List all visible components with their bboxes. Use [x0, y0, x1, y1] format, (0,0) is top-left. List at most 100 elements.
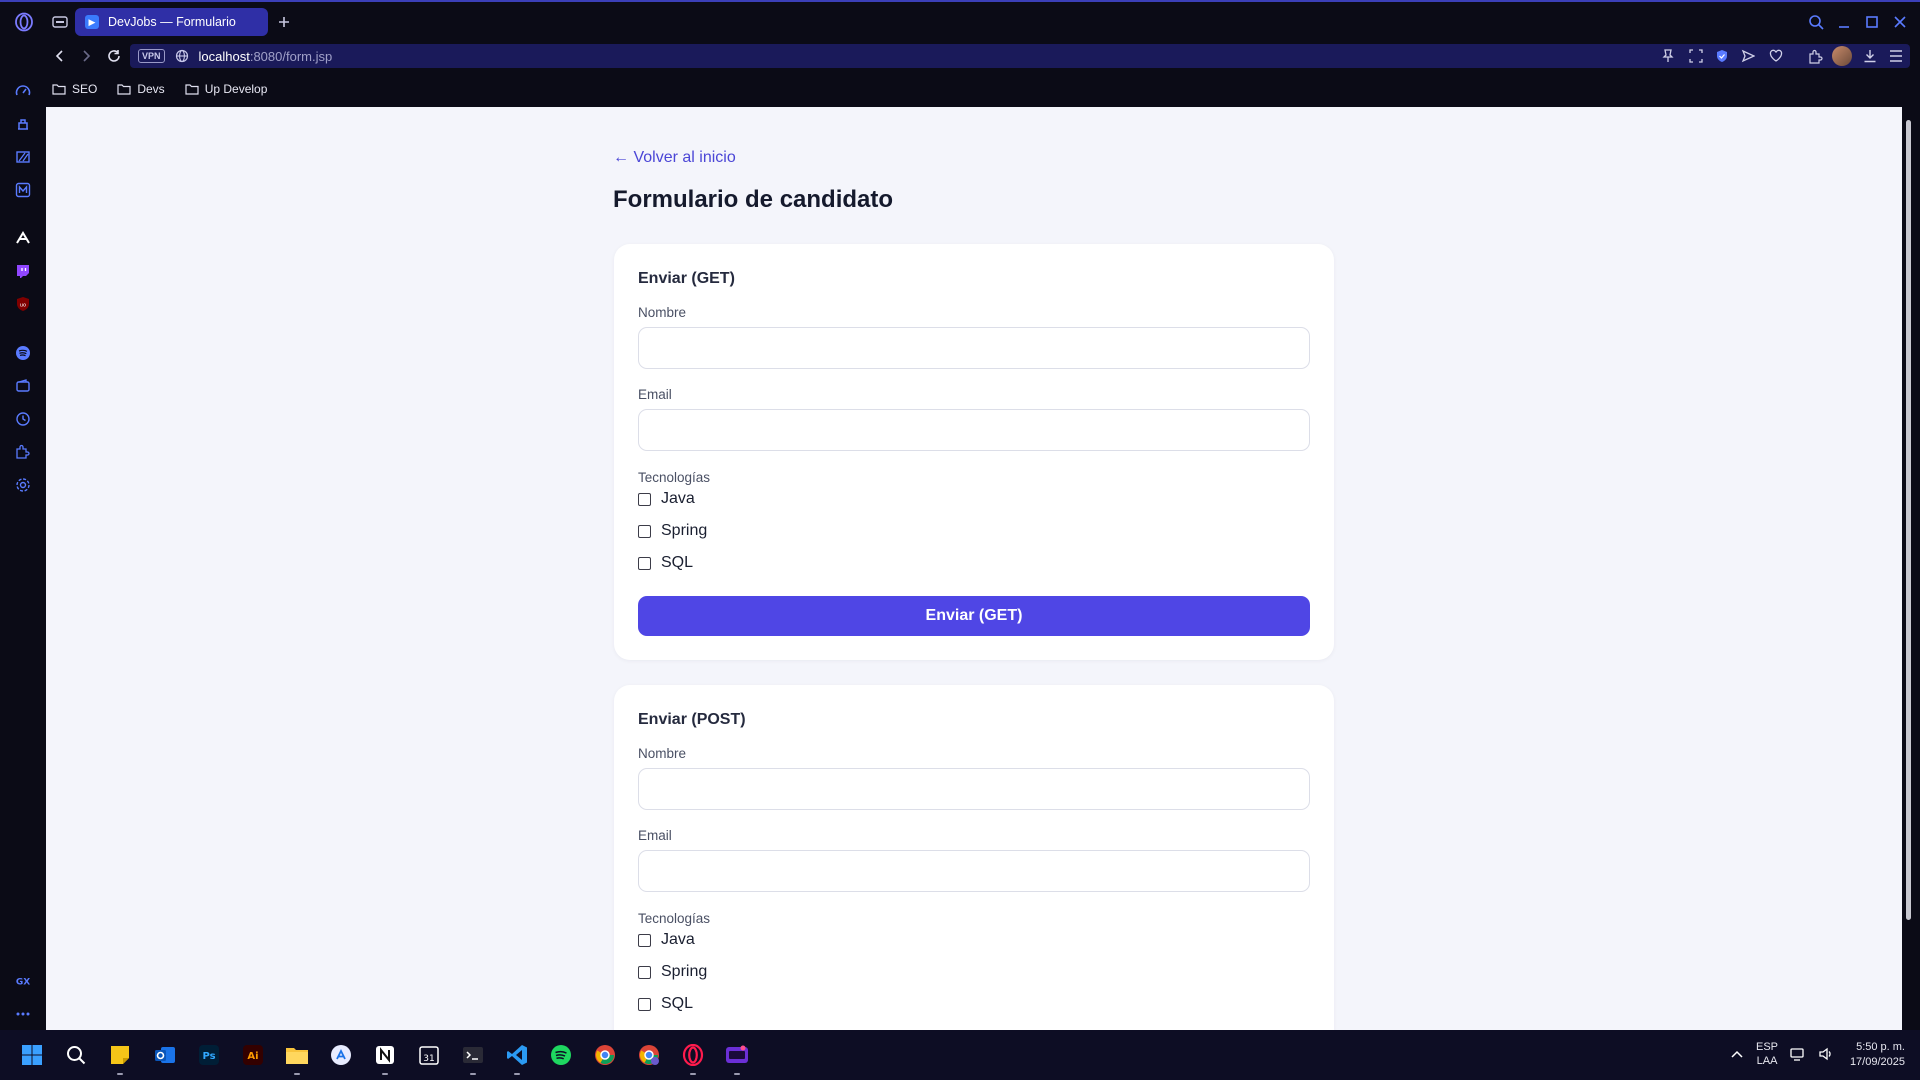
- settings-gear-icon[interactable]: [11, 473, 35, 497]
- stripes-icon[interactable]: [11, 145, 35, 169]
- form-card-get: Enviar (GET) Nombre Email Tecnologías Ja…: [614, 244, 1334, 660]
- illustrator-icon[interactable]: Ai: [237, 1039, 269, 1071]
- url-text[interactable]: localhost:8080/form.jsp: [199, 49, 333, 64]
- avatar[interactable]: [1830, 44, 1854, 68]
- scrollbar-thumb[interactable]: [1906, 120, 1911, 920]
- new-tab-icon[interactable]: [272, 10, 296, 34]
- file-explorer-icon[interactable]: [281, 1039, 313, 1071]
- search-tabs-icon[interactable]: [1804, 10, 1828, 34]
- language-indicator[interactable]: ESP LAA: [1756, 1040, 1778, 1068]
- notion-icon[interactable]: [369, 1039, 401, 1071]
- checkbox-box[interactable]: [638, 933, 651, 947]
- checkbox-spring[interactable]: Spring: [638, 963, 707, 981]
- svg-text:Ps: Ps: [202, 1051, 215, 1062]
- technologies-label: Tecnologías: [638, 470, 711, 485]
- wallet-icon[interactable]: [11, 374, 35, 398]
- outlook-icon[interactable]: [149, 1039, 181, 1071]
- reload-icon[interactable]: [102, 44, 126, 68]
- sticky-notes-icon[interactable]: [104, 1039, 136, 1071]
- checkbox-box[interactable]: [638, 965, 651, 979]
- url-path: :8080/form.jsp: [249, 48, 333, 64]
- system-tray: ESP LAA: [1730, 1040, 1834, 1068]
- calendar-icon[interactable]: 31: [413, 1039, 445, 1071]
- email-input[interactable]: [638, 850, 1310, 892]
- bookmark-devs[interactable]: Devs: [117, 82, 165, 96]
- checkbox-label: SQL: [661, 554, 694, 571]
- tab-devjobs[interactable]: ▶ DevJobs — Formulario: [75, 8, 268, 36]
- terminal-icon[interactable]: [457, 1039, 489, 1071]
- minimize-icon[interactable]: [1832, 10, 1856, 34]
- name-input[interactable]: [638, 768, 1310, 810]
- checkbox-sql[interactable]: SQL: [638, 554, 693, 572]
- maximize-icon[interactable]: [1860, 10, 1884, 34]
- submit-get-button[interactable]: Enviar (GET): [638, 596, 1310, 636]
- email-label: Email: [638, 828, 672, 843]
- bookmark-label: Up Develop: [204, 82, 268, 96]
- opera-gx-logo-icon[interactable]: [12, 10, 36, 34]
- network-icon[interactable]: [1790, 1047, 1806, 1061]
- url-area[interactable]: VPN localhost:8080/form.jsp: [138, 46, 332, 66]
- folder-icon: [117, 84, 131, 95]
- email-input[interactable]: [638, 409, 1310, 451]
- twitch-icon[interactable]: [11, 259, 35, 283]
- menu-icon[interactable]: [1884, 44, 1908, 68]
- m-app-icon[interactable]: [11, 178, 35, 202]
- extensions-icon[interactable]: [1803, 44, 1827, 68]
- bookmark-seo[interactable]: SEO: [52, 82, 97, 96]
- chrome-profile-icon[interactable]: [633, 1039, 665, 1071]
- back-to-home-link[interactable]: ← Volver al inicio: [613, 149, 736, 167]
- checkbox-spring[interactable]: Spring: [638, 522, 707, 540]
- checkbox-label: Java: [661, 931, 695, 948]
- tab-menu-icon[interactable]: [48, 10, 72, 34]
- checkbox-box[interactable]: [638, 997, 651, 1011]
- bookmarks-bar: SEO Devs Up Develop: [52, 78, 267, 100]
- svg-text:Ai: Ai: [247, 1051, 258, 1062]
- stream-app-icon[interactable]: [721, 1039, 753, 1071]
- download-icon[interactable]: [1858, 44, 1882, 68]
- heart-icon[interactable]: [1764, 44, 1788, 68]
- checkbox-java[interactable]: Java: [638, 931, 695, 949]
- gx-corner-icon[interactable]: [11, 112, 35, 136]
- gx-control-icon[interactable]: GX: [11, 969, 35, 993]
- checkbox-sql[interactable]: SQL: [638, 995, 693, 1013]
- snapshot-icon[interactable]: [1684, 44, 1708, 68]
- photoshop-icon[interactable]: Ps: [193, 1039, 225, 1071]
- spotify-icon[interactable]: [11, 341, 35, 365]
- bookmark-label: SEO: [72, 82, 98, 96]
- chrome-icon[interactable]: [589, 1039, 621, 1071]
- show-hidden-icons-icon[interactable]: [1730, 1049, 1744, 1059]
- speed-dial-icon[interactable]: [11, 79, 35, 103]
- checkbox-label: Spring: [661, 522, 708, 539]
- app-store-icon[interactable]: [325, 1039, 357, 1071]
- checkbox-java[interactable]: Java: [638, 490, 695, 508]
- spotify-taskbar-icon[interactable]: [545, 1039, 577, 1071]
- bookmark-up-develop[interactable]: Up Develop: [185, 82, 268, 96]
- folder-icon: [185, 84, 199, 95]
- search-icon[interactable]: [60, 1039, 92, 1071]
- clock[interactable]: 5:50 p. m. 17/09/2025: [1828, 1040, 1905, 1070]
- send-icon[interactable]: [1736, 44, 1760, 68]
- language-code: ESP: [1756, 1041, 1779, 1053]
- vpn-badge[interactable]: VPN: [138, 49, 165, 63]
- tab-title: DevJobs — Formulario: [108, 15, 236, 29]
- windows-start-icon[interactable]: [16, 1039, 48, 1071]
- pin-icon[interactable]: [1656, 44, 1680, 68]
- checkbox-box[interactable]: [638, 492, 651, 506]
- vscode-icon[interactable]: [501, 1039, 533, 1071]
- name-input[interactable]: [638, 327, 1310, 369]
- aria-icon[interactable]: [11, 226, 35, 250]
- more-icon[interactable]: [11, 1002, 35, 1026]
- clock-time: 5:50 p. m.: [1856, 1041, 1905, 1053]
- bookmark-label: Devs: [137, 82, 165, 96]
- extensions-sidebar-icon[interactable]: [11, 440, 35, 464]
- close-window-icon[interactable]: [1888, 10, 1912, 34]
- forward-icon[interactable]: [74, 44, 98, 68]
- ublock-icon[interactable]: uo: [11, 292, 35, 316]
- checkbox-box[interactable]: [638, 524, 651, 538]
- shield-icon[interactable]: [1710, 44, 1734, 68]
- opera-gx-taskbar-icon[interactable]: [677, 1039, 709, 1071]
- address-bar[interactable]: [130, 44, 1910, 68]
- back-icon[interactable]: [48, 44, 72, 68]
- checkbox-box[interactable]: [638, 556, 651, 570]
- history-icon[interactable]: [11, 407, 35, 431]
